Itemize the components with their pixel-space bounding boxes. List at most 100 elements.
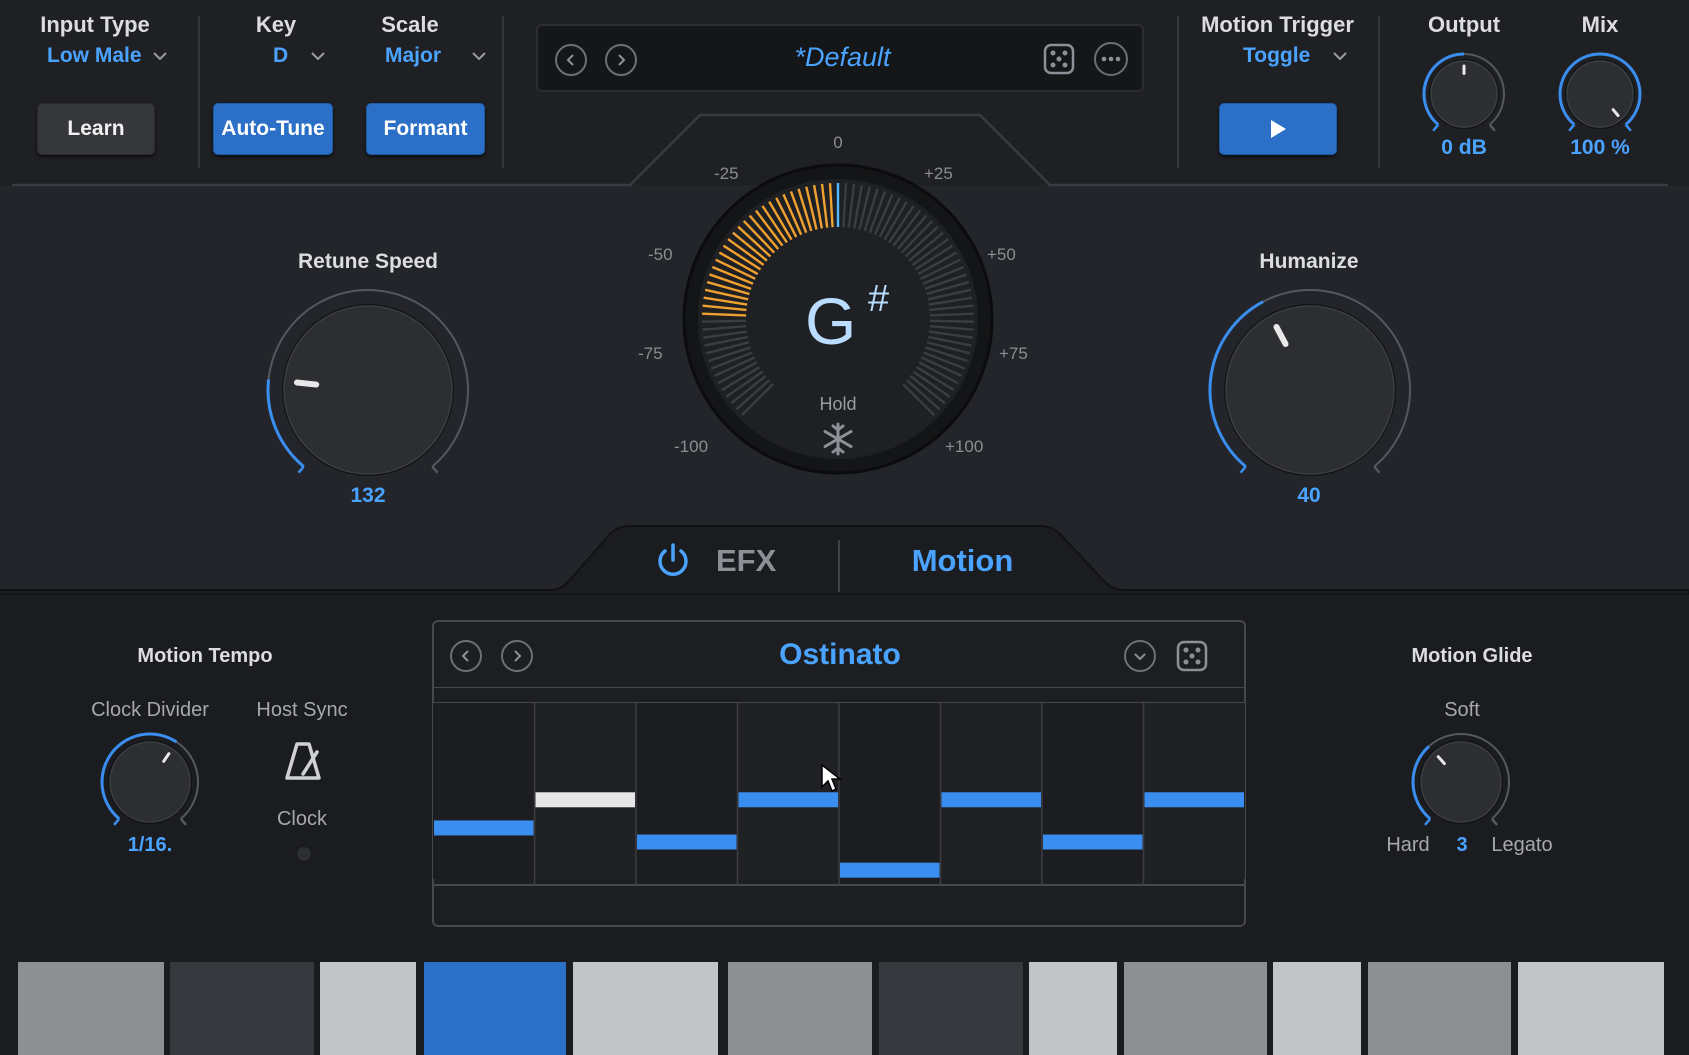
scale-label-p75: +75 — [999, 344, 1028, 363]
motion-tempo-label: Motion Tempo — [137, 645, 273, 667]
scale-label-m25: -25 — [714, 164, 739, 183]
knob-pointer — [293, 379, 320, 388]
chevron-left-icon — [566, 54, 574, 66]
host-sync-label: Host Sync — [256, 699, 348, 721]
chevron-left-icon — [461, 650, 469, 662]
output-label: Output — [1427, 12, 1501, 37]
clock-led — [295, 845, 313, 863]
piano-key[interactable] — [170, 962, 314, 1055]
motion-trigger-dropdown[interactable]: Toggle — [1243, 44, 1348, 68]
scale-label-p50: +50 — [987, 245, 1016, 264]
scale-dropdown[interactable]: Major — [385, 44, 487, 68]
tab-motion[interactable]: Motion — [880, 543, 1045, 579]
step-column — [636, 703, 738, 879]
prev-preset-button[interactable] — [555, 44, 587, 76]
motion-glide-knob[interactable] — [1406, 730, 1516, 830]
step-bar — [941, 792, 1041, 808]
retune-speed-value: 132 — [350, 484, 386, 507]
step-bar — [535, 792, 635, 808]
step-sequencer[interactable] — [433, 687, 1245, 907]
step-column — [433, 703, 535, 879]
prev-pattern-button[interactable] — [450, 640, 482, 672]
motion-trigger-label: Motion Trigger — [1201, 12, 1354, 37]
soft-label: Soft — [1444, 699, 1480, 721]
knob-end-tick — [113, 817, 121, 826]
step-column — [1042, 703, 1144, 879]
chevron-down-icon — [152, 52, 167, 61]
piano-key[interactable] — [424, 962, 566, 1055]
next-pattern-button[interactable] — [501, 640, 533, 672]
knob-end-tick — [297, 465, 305, 474]
ellipsis-icon — [1101, 56, 1121, 62]
metronome-icon[interactable] — [282, 740, 324, 782]
motion-glide-label: Motion Glide — [1411, 645, 1533, 667]
key-value: D — [273, 44, 289, 67]
pattern-name[interactable]: Ostinato — [700, 638, 980, 672]
clock-divider-label: Clock Divider — [91, 699, 209, 721]
meter-tick — [702, 319, 747, 323]
motion-glide-value: 3 — [1456, 834, 1468, 856]
retune-speed-label: Retune Speed — [297, 250, 439, 273]
retune-speed-knob[interactable] — [258, 280, 478, 480]
humanize-knob[interactable] — [1200, 280, 1420, 480]
key-dropdown[interactable]: D — [273, 44, 326, 68]
step-column — [1143, 703, 1245, 879]
piano-key[interactable] — [1368, 962, 1511, 1055]
tab-container — [0, 525, 1689, 595]
piano-key[interactable] — [1124, 962, 1267, 1055]
scale-label-0: 0 — [833, 133, 843, 152]
randomize-pattern-dice-icon[interactable] — [1176, 640, 1208, 672]
chevron-down-icon — [472, 52, 486, 61]
motion-trigger-value: Toggle — [1243, 44, 1311, 67]
hold-label: Hold — [819, 394, 857, 414]
humanize-value: 40 — [1297, 484, 1321, 507]
step-bar — [434, 820, 534, 836]
randomize-dice-icon[interactable] — [1043, 43, 1075, 75]
knob-end-tick — [1239, 465, 1247, 474]
scale-label-m100: -100 — [674, 437, 709, 456]
key-label: Key — [255, 12, 297, 37]
hard-label: Hard — [1386, 834, 1430, 856]
knob-body — [1420, 741, 1502, 823]
scale-label-m50: -50 — [648, 245, 673, 264]
tab-efx[interactable]: EFX — [655, 542, 776, 580]
tab-efx-label: EFX — [716, 543, 777, 578]
piano-key[interactable] — [1029, 962, 1117, 1055]
snowflake-icon[interactable] — [820, 421, 856, 457]
humanize-label: Humanize — [1259, 250, 1359, 273]
input-type-dropdown[interactable]: Low Male — [47, 44, 168, 68]
piano-key[interactable] — [1518, 962, 1664, 1055]
knob-end-tick — [1490, 817, 1498, 826]
preset-name[interactable]: *Default — [700, 42, 985, 73]
step-bar — [1043, 834, 1143, 850]
piano-key[interactable] — [728, 962, 872, 1055]
knob-body — [283, 305, 453, 475]
scale-value: Major — [385, 44, 442, 67]
chevron-down-icon — [1134, 653, 1146, 661]
chevron-right-icon — [514, 650, 522, 662]
knob-end-tick — [431, 465, 439, 474]
knob-end-tick — [179, 817, 187, 826]
note-accidental: # — [868, 278, 890, 320]
clock-divider-value: 1/16. — [127, 834, 173, 856]
next-preset-button[interactable] — [605, 44, 637, 76]
piano-key[interactable] — [879, 962, 1023, 1055]
step-bar — [637, 834, 737, 850]
chevron-right-icon — [618, 54, 626, 66]
pattern-dropdown-button[interactable] — [1124, 640, 1156, 672]
chevron-down-icon — [311, 52, 325, 61]
clock-label: Clock — [276, 808, 327, 830]
piano-key[interactable] — [18, 962, 164, 1055]
chevron-down-icon — [1333, 52, 1347, 61]
step-bar — [738, 792, 838, 808]
mouse-cursor-icon — [821, 763, 842, 793]
piano-key[interactable] — [573, 962, 718, 1055]
step-column — [534, 703, 636, 879]
more-options-button[interactable] — [1094, 42, 1128, 76]
piano-key[interactable] — [1273, 962, 1361, 1055]
clock-divider-knob[interactable] — [95, 730, 205, 830]
piano-key[interactable] — [320, 962, 416, 1055]
power-icon[interactable] — [655, 542, 691, 580]
meter-tick — [929, 319, 974, 323]
legato-label: Legato — [1491, 834, 1553, 856]
